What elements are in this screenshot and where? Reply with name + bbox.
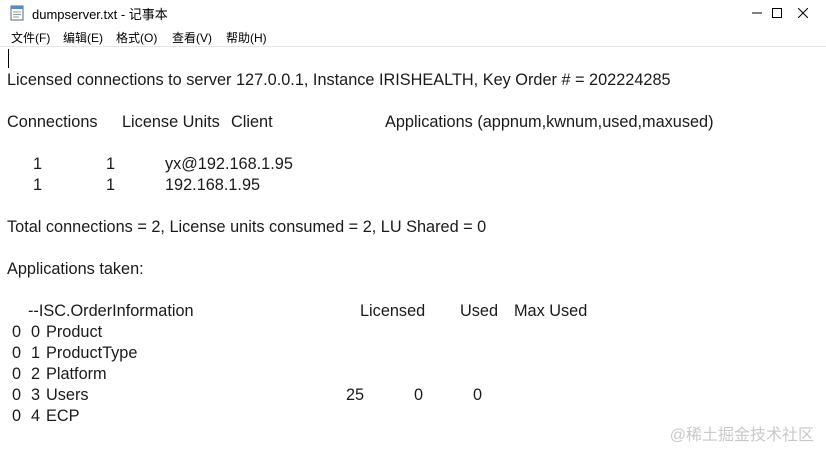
menu-help[interactable]: 帮助(H) bbox=[226, 29, 267, 46]
menu-view[interactable]: 查看(V) bbox=[172, 29, 212, 46]
app-row-2-a: 0 bbox=[12, 344, 22, 362]
app-row-2-b: 1 bbox=[31, 344, 41, 362]
app-row-3-name: Platform bbox=[46, 365, 107, 383]
app-row-4-licensed: 25 bbox=[346, 386, 365, 404]
app-row-4-used: 0 bbox=[414, 386, 424, 404]
close-button[interactable] bbox=[780, 0, 826, 26]
header-license-units: License Units bbox=[122, 113, 220, 131]
total-line: Total connections = 2, License units con… bbox=[7, 218, 487, 236]
title-bar[interactable]: dumpserver.txt - 记事本 bbox=[0, 0, 826, 26]
app-row-3-b: 2 bbox=[31, 365, 41, 383]
conn-row-1-client: yx@192.168.1.95 bbox=[165, 155, 293, 173]
conn-row-2-units: 1 bbox=[106, 176, 116, 194]
app-row-1-name: Product bbox=[46, 323, 103, 341]
text-caret bbox=[8, 49, 9, 68]
app-header-max-used: Max Used bbox=[514, 302, 588, 320]
watermark-text: @稀土掘金技术社区 bbox=[669, 427, 814, 444]
menu-edit[interactable]: 编辑(E) bbox=[63, 29, 103, 46]
license-line: Licensed connections to server 127.0.0.1… bbox=[7, 71, 671, 89]
app-row-4-max-used: 0 bbox=[473, 386, 483, 404]
notepad-icon bbox=[10, 5, 24, 21]
app-header-name: --ISC.OrderInformation bbox=[28, 302, 194, 320]
app-row-4-b: 3 bbox=[31, 386, 41, 404]
watermark: @稀土掘金技术社区 bbox=[670, 421, 814, 445]
app-row-2-name: ProductType bbox=[46, 344, 138, 362]
text-editor[interactable]: Licensed connections to server 127.0.0.1… bbox=[0, 46, 826, 451]
app-header-used: Used bbox=[460, 302, 499, 320]
applications-title: Applications taken: bbox=[7, 260, 144, 278]
menu-file[interactable]: 文件(F) bbox=[11, 29, 50, 46]
app-row-5-a: 0 bbox=[12, 407, 22, 425]
header-connections: Connections bbox=[7, 113, 98, 131]
menu-format[interactable]: 格式(O) bbox=[116, 29, 157, 46]
header-applications: Applications (appnum,kwnum,used,maxused) bbox=[385, 113, 714, 131]
app-row-1-b: 0 bbox=[31, 323, 41, 341]
conn-row-1-connections: 1 bbox=[33, 155, 43, 173]
app-row-3-a: 0 bbox=[12, 365, 22, 383]
app-row-5-b: 4 bbox=[31, 407, 41, 425]
window-title: dumpserver.txt - 记事本 bbox=[32, 7, 168, 22]
menu-bar: 文件(F) 编辑(E) 格式(O) 查看(V) 帮助(H) bbox=[0, 26, 826, 46]
app-row-1-a: 0 bbox=[12, 323, 22, 341]
app-row-4-a: 0 bbox=[12, 386, 22, 404]
app-header-licensed: Licensed bbox=[360, 302, 426, 320]
app-row-5-name: ECP bbox=[46, 407, 80, 425]
close-icon bbox=[798, 8, 808, 18]
conn-row-1-units: 1 bbox=[106, 155, 116, 173]
conn-row-2-client: 192.168.1.95 bbox=[165, 176, 261, 194]
app-row-4-name: Users bbox=[46, 386, 89, 404]
header-client: Client bbox=[231, 113, 273, 131]
conn-row-2-connections: 1 bbox=[33, 176, 43, 194]
